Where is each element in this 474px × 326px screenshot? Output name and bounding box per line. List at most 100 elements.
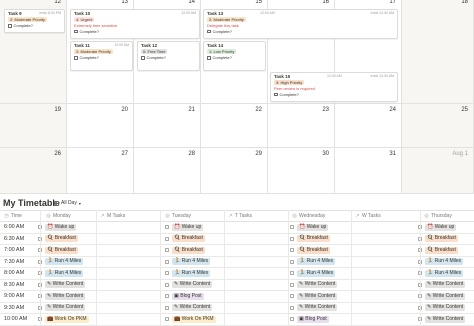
row-checkbox[interactable]	[165, 282, 169, 287]
activity-tag[interactable]: 🍳 Breakfast	[297, 246, 330, 254]
activity-tag[interactable]: ✎ Write Content	[45, 292, 86, 300]
calendar-day[interactable]: 31	[335, 148, 402, 194]
column-header[interactable]: ↗ M Tasks	[100, 211, 125, 221]
activity-tag[interactable]: ⏰ Wake up	[45, 223, 77, 231]
complete-checkbox[interactable]: Complete?	[207, 29, 394, 35]
row-checkbox[interactable]	[290, 271, 294, 275]
checkbox-icon[interactable]	[74, 29, 78, 33]
activity-tag[interactable]: 🍳 Breakfast	[172, 235, 205, 242]
column-header[interactable]: ↗ W Tasks	[355, 211, 380, 221]
task-card[interactable]: Task 13 ends 12:00 AM 12:00 AM 2: Moderate …	[203, 9, 398, 39]
row-checkbox[interactable]	[165, 305, 169, 310]
column-header[interactable]: ◎ Wednesday	[292, 211, 325, 221]
row-checkbox[interactable]	[165, 259, 169, 264]
column-header[interactable]: ◎ Tuesday	[165, 211, 191, 221]
row-checkbox[interactable]	[165, 236, 169, 241]
column-header[interactable]: ↗ T Tasks	[228, 211, 252, 221]
calendar-day[interactable]: 25	[402, 104, 474, 148]
activity-tag[interactable]: 🍳 Breakfast	[172, 246, 205, 254]
row-checkbox[interactable]	[290, 294, 294, 298]
calendar-day[interactable]: 24	[335, 104, 402, 148]
calendar-day[interactable]: 19	[0, 104, 67, 148]
row-checkbox[interactable]	[165, 294, 169, 298]
activity-tag[interactable]: 🍳 Breakfast	[297, 235, 330, 242]
calendar-day[interactable]: 23	[268, 104, 335, 148]
view-selector[interactable]: All Day ▾	[54, 200, 81, 206]
complete-checkbox[interactable]: Complete?	[207, 55, 262, 61]
activity-tag[interactable]: ✎ Write Content	[425, 292, 466, 300]
activity-tag[interactable]: 🏃 Run 4 Miles	[45, 269, 84, 277]
calendar-day[interactable]: 18	[402, 0, 474, 104]
complete-checkbox[interactable]: Complete?	[141, 55, 196, 61]
activity-tag[interactable]: ✎ Write Content	[425, 281, 466, 288]
calendar-day[interactable]: 26	[0, 148, 67, 194]
activity-tag[interactable]: ✎ Write Content	[45, 304, 86, 311]
row-checkbox[interactable]	[290, 317, 294, 321]
activity-tag[interactable]: ✎ Write Content	[172, 304, 213, 311]
calendar-day[interactable]: Aug 1	[402, 148, 474, 194]
activity-tag[interactable]: 🏃 Run 4 Miles	[425, 258, 464, 265]
activity-tag[interactable]: 🏃 Run 4 Miles	[297, 258, 336, 265]
activity-tag[interactable]: ⏰ Wake up	[172, 223, 204, 231]
checkbox-icon[interactable]	[141, 56, 145, 60]
calendar-day[interactable]: 29	[201, 148, 268, 194]
activity-tag[interactable]: 🏃 Run 4 Miles	[297, 269, 336, 277]
activity-tag[interactable]: ▣ Blog Post	[297, 315, 329, 323]
checkbox-icon[interactable]	[8, 24, 12, 28]
column-header[interactable]: ◎ Thursday	[424, 211, 452, 221]
row-checkbox[interactable]	[290, 305, 294, 310]
checkbox-icon[interactable]	[74, 56, 78, 60]
task-card[interactable]: Task 15 ends 12:00 AM 12:00 AM 3: High Prio…	[270, 72, 398, 102]
task-card[interactable]: Task 12 0: Free Time Complete?	[137, 41, 200, 71]
task-card[interactable]: Task 9 ends 8:00 PM 2: Moderate Priority Co…	[4, 9, 65, 33]
activity-tag[interactable]: ✎ Write Content	[45, 281, 86, 288]
activity-tag[interactable]: ▣ Blog Post	[172, 292, 204, 300]
activity-tag[interactable]: ⏰ Wake up	[425, 223, 457, 231]
row-checkbox[interactable]	[290, 248, 294, 252]
activity-tag[interactable]: ⏰ Wake up	[297, 223, 329, 231]
calendar-day[interactable]: 30	[268, 148, 335, 194]
calendar-day[interactable]: 28	[134, 148, 201, 194]
activity-tag[interactable]: 🍳 Breakfast	[425, 235, 458, 242]
checkbox-icon[interactable]	[207, 56, 211, 60]
complete-checkbox[interactable]: Complete?	[74, 55, 129, 61]
activity-tag[interactable]: 💼 Work On PKM	[45, 315, 89, 323]
activity-tag[interactable]: 💼 Work On PKM	[172, 315, 216, 323]
task-card[interactable]: Task 10 12:00 AM 4: Urgent Extremely time s…	[70, 9, 200, 39]
complete-checkbox[interactable]: Complete?	[8, 23, 61, 29]
checkbox-icon[interactable]	[207, 29, 211, 33]
task-card[interactable]: Task 14 1: Low Priority Complete?	[203, 41, 266, 71]
complete-checkbox[interactable]: Complete?	[274, 92, 394, 98]
activity-tag[interactable]: 🍳 Breakfast	[45, 235, 78, 242]
activity-tag[interactable]: ✎ Write Content	[425, 304, 466, 311]
activity-tag[interactable]: ✎ Write Content	[297, 281, 338, 288]
calendar-day[interactable]: 27	[67, 148, 134, 194]
activity-tag[interactable]: 🏃 Run 4 Miles	[45, 258, 84, 265]
activity-tag[interactable]: ✎ Write Content	[425, 315, 466, 323]
activity-tag[interactable]: ✎ Write Content	[297, 292, 338, 300]
table-row: 7:30 AM 🏃 Run 4 Miles 🏃 Run 4 Miles 🏃 Run 4 Mi…	[0, 257, 474, 268]
checkbox-icon[interactable]	[274, 92, 278, 96]
column-header[interactable]: ◷ Time	[4, 211, 22, 221]
activity-tag[interactable]: 🍳 Breakfast	[45, 246, 78, 254]
complete-checkbox[interactable]: Complete?	[74, 29, 196, 35]
activity-tag[interactable]: ✎ Write Content	[172, 281, 213, 288]
row-checkbox[interactable]	[165, 317, 169, 321]
row-checkbox[interactable]	[290, 236, 294, 241]
activity-tag[interactable]: 🏃 Run 4 Miles	[172, 269, 211, 277]
calendar-day[interactable]: 22	[201, 104, 268, 148]
row-checkbox[interactable]	[165, 271, 169, 275]
row-checkbox[interactable]	[290, 225, 294, 229]
activity-tag[interactable]: 🍳 Breakfast	[425, 246, 458, 254]
activity-tag[interactable]: ✎ Write Content	[297, 304, 338, 311]
activity-tag[interactable]: 🏃 Run 4 Miles	[425, 269, 464, 277]
calendar-day[interactable]: 21	[134, 104, 201, 148]
row-checkbox[interactable]	[165, 225, 169, 229]
row-checkbox[interactable]	[290, 282, 294, 287]
calendar-day[interactable]: 20	[67, 104, 134, 148]
activity-tag[interactable]: 🏃 Run 4 Miles	[172, 258, 211, 265]
row-checkbox[interactable]	[290, 259, 294, 264]
task-card[interactable]: Task 11 12:00 AM 2: Moderate Priority Compl…	[70, 41, 133, 71]
column-header[interactable]: ◎ Monday	[46, 211, 70, 221]
row-checkbox[interactable]	[165, 248, 169, 252]
